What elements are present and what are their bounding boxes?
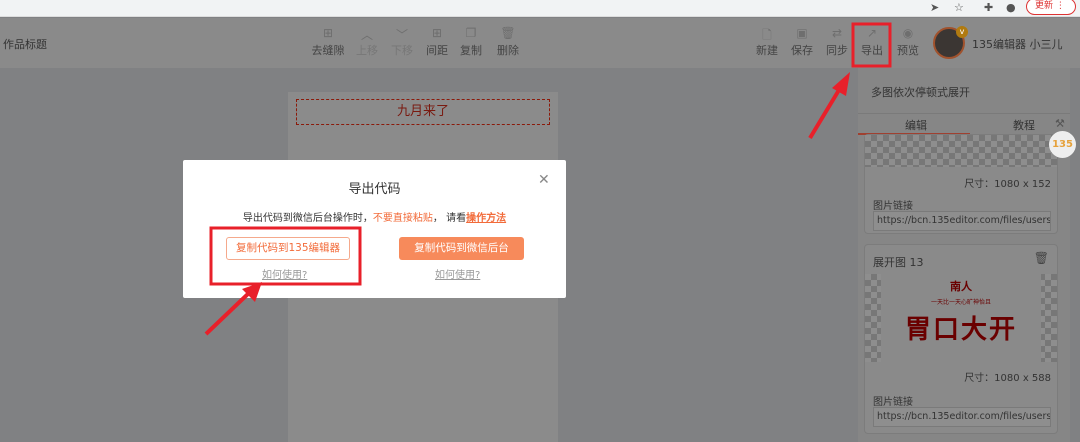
close-icon[interactable]: ✕ (538, 172, 550, 188)
help-link-135[interactable]: 如何使用? (262, 266, 307, 281)
vip-badge: v (956, 26, 968, 38)
image-text: 南人 (950, 280, 972, 293)
label: 去缝隙 (311, 44, 345, 57)
save-icon: ▣ (796, 26, 808, 40)
save-button[interactable]: ▣ 保存 (784, 26, 820, 58)
update-button[interactable]: 更新 ⋮ (1026, 0, 1076, 15)
label: 下移 (391, 44, 413, 57)
settings-icon[interactable]: ⚒ (1055, 117, 1065, 130)
trash-icon: 🗑 (500, 26, 516, 40)
copy-icon: ❐ (465, 26, 477, 40)
spacing-button[interactable]: ⊞ 间距 (419, 26, 455, 58)
user-name[interactable]: 135编辑器 小三儿 (972, 36, 1063, 52)
arrow-line (204, 290, 252, 336)
instructions-link[interactable]: 操作方法 (466, 213, 506, 224)
right-panel: 多图依次停顿式展开 编辑 教程 ⚒ 尺寸：1080 x 152 图片链接 htt… (858, 68, 1070, 442)
sync-button[interactable]: ⇄ 同步 (819, 26, 855, 58)
extensions-icon[interactable]: ✚ (984, 1, 993, 14)
update-label: 更新 (1035, 1, 1054, 11)
copy-to-135-button[interactable]: 复制代码到135编辑器 (226, 237, 350, 260)
card-title: 展开图 13 (873, 256, 924, 269)
toolbar: 作品标题 ⊞ 去缝隙 ︿ 上移 ﹀ 下移 ⊞ 间距 ❐ 复制 🗑 删除 🗋 新建 ▣ 保存 ⇄ 同… (0, 18, 1080, 68)
sync-icon: ⇄ (831, 26, 843, 40)
panel-tabs: 编辑 教程 ⚒ (858, 113, 1070, 135)
label: 新建 (756, 44, 778, 57)
profile-icon[interactable]: ● (1006, 1, 1016, 14)
label: 删除 (497, 44, 519, 57)
trash-icon[interactable]: 🗑 (1034, 251, 1049, 265)
message-text: ， 请看 (432, 213, 467, 224)
new-button[interactable]: 🗋 新建 (749, 26, 785, 58)
image-link-input[interactable]: https://bcn.135editor.com/files/users/0/… (873, 407, 1051, 427)
image-text: 一天比一天心旷神怡且 (930, 299, 991, 306)
image-size: 尺寸：1080 x 152 (964, 179, 1051, 190)
panel-title: 多图依次停顿式展开 (871, 86, 970, 99)
move-up-button[interactable]: ︿ 上移 (349, 26, 385, 58)
star-icon[interactable]: ☆ (954, 1, 964, 14)
dialog-title: 导出代码 (348, 182, 401, 197)
label: 间距 (426, 44, 448, 57)
tab-tutorial[interactable]: 教程 (1013, 117, 1035, 133)
help-link-wechat[interactable]: 如何使用? (435, 266, 480, 281)
export-code-dialog: 导出代码 ✕ 导出代码到微信后台操作时，不要直接粘贴， 请看操作方法 复制代码到… (183, 160, 566, 298)
image-size: 尺寸：1080 x 588 (964, 373, 1051, 384)
label: 预览 (897, 44, 919, 57)
link-label: 图片链接 (873, 397, 913, 408)
image-preview (865, 135, 1057, 167)
move-down-button[interactable]: ﹀ 下移 (384, 26, 420, 58)
remove-gap-button[interactable]: ⊞ 去缝隙 (310, 26, 346, 58)
arrow-head-icon (832, 72, 850, 96)
preview-button[interactable]: ◉ 预览 (890, 26, 926, 58)
canvas-heading[interactable]: 九月来了 (296, 99, 550, 125)
image-link-input[interactable]: https://bcn.135editor.com/files/users/0/… (873, 211, 1051, 231)
send-icon[interactable]: ➤ (930, 1, 939, 14)
image-card: 尺寸：1080 x 152 图片链接 https://bcn.135editor… (864, 134, 1058, 234)
copy-button[interactable]: ❐ 复制 (453, 26, 489, 58)
eye-icon: ◉ (902, 26, 914, 40)
delete-button[interactable]: 🗑 删除 (490, 26, 526, 58)
export-button[interactable]: ↗ 导出 (854, 26, 890, 58)
work-title[interactable]: 作品标题 (3, 36, 47, 52)
label: 导出 (861, 44, 883, 57)
message-warning: 不要直接粘贴 (372, 213, 433, 224)
label: 复制 (460, 44, 482, 57)
file-icon: 🗋 (762, 28, 772, 42)
arrow-line (808, 83, 844, 140)
image-preview: 南人 一天比一天心旷神怡且 胃口大开 (865, 274, 1057, 362)
tab-edit[interactable]: 编辑 (905, 117, 927, 133)
chevron-up-icon: ︿ (360, 28, 373, 42)
label: 保存 (791, 44, 813, 57)
message-text: 导出代码到微信后台操作时， (242, 213, 373, 224)
chevron-down-icon: ﹀ (395, 28, 408, 42)
dialog-message: 导出代码到微信后台操作时，不要直接粘贴， 请看操作方法 (183, 209, 566, 224)
export-icon: ↗ (866, 26, 878, 40)
image-card: 展开图 13 🗑 南人 一天比一天心旷神怡且 胃口大开 尺寸：1080 x 58… (864, 244, 1058, 434)
spacing-icon: ⊞ (431, 26, 443, 40)
135-logo[interactable]: 135 (1049, 131, 1076, 158)
label: 上移 (356, 44, 378, 57)
grid-icon: ⊞ (322, 26, 334, 40)
label: 同步 (826, 44, 848, 57)
browser-bar: ➤ ☆ ✚ ● 更新 ⋮ (0, 0, 1080, 17)
image-text: 胃口大开 (904, 315, 1017, 345)
link-label: 图片链接 (873, 201, 913, 212)
copy-to-wechat-button[interactable]: 复制代码到微信后台 (399, 237, 524, 260)
